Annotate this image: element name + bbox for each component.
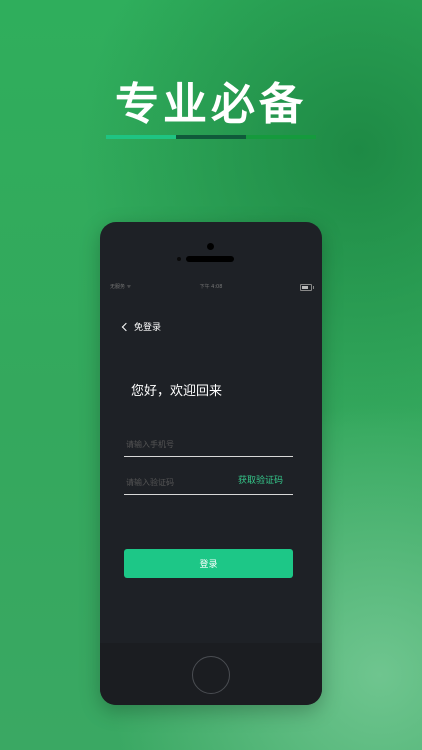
headline-divider [106,135,316,139]
sensor-dot [177,257,181,261]
divider-segment [176,135,246,139]
camera-icon [207,243,214,250]
login-button[interactable]: 登录 [124,549,293,578]
greeting-title: 您好，欢迎回来 [131,384,223,399]
speaker-grille [186,256,234,262]
code-input[interactable] [124,477,238,488]
code-field: 获取验证码 [124,464,293,495]
phone-mockup: 无服务 ᯤ 下午 4:08 免登录 您好，欢迎回来 获取验证码 登录 [100,222,322,705]
promo-headline: 专业必备 [115,79,307,130]
battery-icon [300,284,314,291]
phone-field [124,426,293,457]
home-button[interactable] [192,656,230,694]
get-code-button[interactable]: 获取验证码 [238,473,283,486]
status-time: 下午 4:08 [199,284,223,290]
back-button[interactable]: 免登录 [121,320,162,333]
phone-input[interactable] [124,439,238,450]
status-bar: 无服务 ᯤ 下午 4:08 [110,283,314,293]
back-label: 免登录 [134,323,162,333]
divider-segment [106,135,176,139]
divider-segment [246,135,316,139]
chevron-left-icon [121,322,131,331]
